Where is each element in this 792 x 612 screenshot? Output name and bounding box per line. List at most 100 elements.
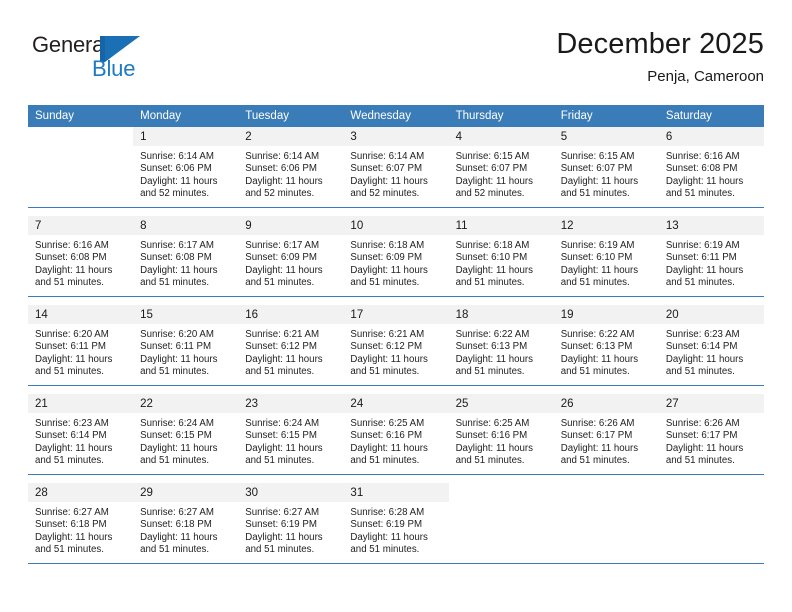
day-cell-number[interactable]: 25 — [448, 394, 554, 413]
sunset-text: Sunset: 6:10 PM — [560, 252, 633, 264]
day-cell-number[interactable]: 15 — [133, 305, 239, 324]
day-detail: Sunrise: 6:17 AM Sunset: 6:08 PM Daylight:… — [133, 235, 238, 289]
day-number: 31 — [350, 487, 364, 499]
daylight-text-line1: Daylight: 11 hours — [35, 264, 113, 276]
sunset-text: Sunset: 6:11 PM — [665, 252, 737, 264]
day-cell-detail: Sunrise: 6:20 AM Sunset: 6:11 PM Daylight:… — [133, 324, 239, 385]
daylight-text-line2: and 51 minutes. — [245, 365, 315, 377]
day-cell-number[interactable]: 3 — [343, 127, 449, 146]
day-cell-number[interactable]: 18 — [448, 305, 554, 324]
day-cell-number[interactable]: 6 — [658, 127, 764, 146]
daylight-text-line2: and 51 minutes. — [245, 454, 315, 466]
day-number: 4 — [455, 131, 462, 143]
day-cell-number[interactable]: 17 — [343, 305, 449, 324]
day-cell-number[interactable]: 5 — [553, 127, 659, 146]
sunrise-text: Sunrise: 6:24 AM — [140, 418, 214, 429]
day-cell-number[interactable]: 24 — [343, 394, 449, 413]
week-gap-spacer — [28, 475, 764, 483]
week-gap — [28, 475, 764, 483]
day-cell-number[interactable]: 4 — [448, 127, 554, 146]
day-cell-number[interactable]: 2 — [238, 127, 344, 146]
day-cell-detail: Sunrise: 6:14 AM Sunset: 6:06 PM Daylight:… — [238, 146, 344, 207]
daylight-text-line1: Daylight: 11 hours — [35, 442, 113, 454]
day-number: 29 — [140, 487, 153, 499]
day-cell-number[interactable]: 14 — [28, 305, 134, 324]
sunset-text: Sunset: 6:17 PM — [560, 430, 633, 442]
day-cell-detail: Sunrise: 6:24 AM Sunset: 6:15 PM Daylight:… — [238, 413, 344, 474]
day-cell-number[interactable]: 8 — [133, 216, 239, 235]
day-number: 19 — [560, 309, 574, 321]
day-cell-number[interactable]: 16 — [238, 305, 344, 324]
sunrise-text: Sunrise: 6:20 AM — [35, 329, 109, 340]
day-cell-number[interactable]: 11 — [448, 216, 554, 235]
sunrise-text: Sunrise: 6:14 AM — [140, 151, 214, 162]
weekday-header-saturday: Saturday — [658, 105, 764, 127]
daylight-text-line1: Daylight: 11 hours — [245, 442, 323, 454]
day-number: 9 — [245, 220, 252, 232]
week-separator — [28, 563, 764, 564]
sunset-text: Sunset: 6:06 PM — [245, 163, 317, 175]
day-cell-detail: Sunrise: 6:16 AM Sunset: 6:08 PM Daylight:… — [658, 146, 764, 207]
day-cell-number[interactable]: 12 — [553, 216, 659, 235]
day-cell-number[interactable]: 13 — [658, 216, 764, 235]
day-cell-number[interactable]: 30 — [238, 483, 344, 502]
day-number: 24 — [350, 398, 364, 410]
sunset-text: Sunset: 6:14 PM — [665, 341, 738, 353]
weekday-header-friday: Friday — [553, 105, 659, 127]
day-cell-number[interactable]: 1 — [133, 127, 239, 146]
day-cell-detail-empty — [448, 502, 554, 563]
day-cell-number[interactable]: 19 — [553, 305, 659, 324]
calendar-page: General Blue December 2025 Penja, Camero… — [0, 0, 792, 612]
day-detail: Sunrise: 6:26 AM Sunset: 6:17 PM Daylight:… — [554, 413, 659, 467]
daylight-text-line2: and 51 minutes. — [35, 543, 104, 555]
day-cell-number[interactable]: 22 — [133, 394, 239, 413]
daylight-text-line1: Daylight: 11 hours — [350, 264, 428, 276]
day-cell-detail: Sunrise: 6:14 AM Sunset: 6:07 PM Daylight:… — [343, 146, 449, 207]
day-cell-number[interactable]: 27 — [658, 394, 764, 413]
day-number: 27 — [665, 398, 679, 410]
day-cell-number[interactable]: 7 — [28, 216, 134, 235]
sunset-text: Sunset: 6:08 PM — [140, 252, 212, 264]
day-cell-number[interactable]: 26 — [553, 394, 659, 413]
sunrise-text: Sunrise: 6:27 AM — [245, 507, 320, 518]
day-cell-number[interactable]: 28 — [28, 483, 134, 502]
day-number: 15 — [140, 309, 153, 321]
day-cell-number[interactable]: 31 — [343, 483, 449, 502]
sunset-text: Sunset: 6:15 PM — [245, 430, 317, 442]
week-gap — [28, 297, 764, 305]
daylight-text-line2: and 51 minutes. — [665, 454, 735, 466]
page-title: December 2025 — [556, 28, 764, 60]
day-detail: Sunrise: 6:27 AM Sunset: 6:18 PM Daylight:… — [28, 502, 133, 556]
day-detail: Sunrise: 6:14 AM Sunset: 6:06 PM Daylight:… — [133, 146, 238, 200]
brand-logo[interactable]: General Blue — [32, 32, 162, 88]
sunset-text: Sunset: 6:07 PM — [455, 163, 528, 175]
day-cell-empty — [448, 483, 554, 502]
sunset-text: Sunset: 6:12 PM — [245, 341, 317, 353]
daylight-text-line2: and 51 minutes. — [560, 454, 630, 466]
daylight-text-line1: Daylight: 11 hours — [350, 175, 428, 187]
day-number: 14 — [35, 309, 48, 321]
day-cell-detail: Sunrise: 6:16 AM Sunset: 6:08 PM Daylight:… — [28, 235, 134, 296]
day-cell-number[interactable]: 20 — [658, 305, 764, 324]
day-detail: Sunrise: 6:23 AM Sunset: 6:14 PM Daylight:… — [28, 413, 133, 467]
week-daynumber-row: 28 29 30 31 — [28, 483, 764, 502]
week-daynumber-row: 7 8 9 10 11 12 13 — [28, 216, 764, 235]
day-number: 25 — [455, 398, 469, 410]
sunset-text: Sunset: 6:07 PM — [350, 163, 423, 175]
weekday-header-row: Sunday Monday Tuesday Wednesday Thursday… — [28, 105, 764, 127]
sunset-text: Sunset: 6:11 PM — [140, 341, 212, 353]
day-cell-number[interactable]: 29 — [133, 483, 239, 502]
day-cell-number[interactable]: 23 — [238, 394, 344, 413]
day-cell-number[interactable]: 9 — [238, 216, 344, 235]
day-cell-number[interactable]: 10 — [343, 216, 449, 235]
sunrise-text: Sunrise: 6:23 AM — [35, 418, 109, 429]
day-cell-detail: Sunrise: 6:17 AM Sunset: 6:08 PM Daylight:… — [133, 235, 239, 296]
week-gap-spacer — [28, 386, 764, 394]
day-detail: Sunrise: 6:18 AM Sunset: 6:10 PM Daylight:… — [449, 235, 554, 289]
day-cell-number[interactable]: 21 — [28, 394, 134, 413]
day-number: 16 — [245, 309, 259, 321]
daylight-text-line1: Daylight: 11 hours — [455, 264, 533, 276]
daylight-text-line2: and 51 minutes. — [350, 365, 420, 377]
sunrise-text: Sunrise: 6:14 AM — [245, 151, 320, 162]
sunset-text: Sunset: 6:09 PM — [245, 252, 317, 264]
